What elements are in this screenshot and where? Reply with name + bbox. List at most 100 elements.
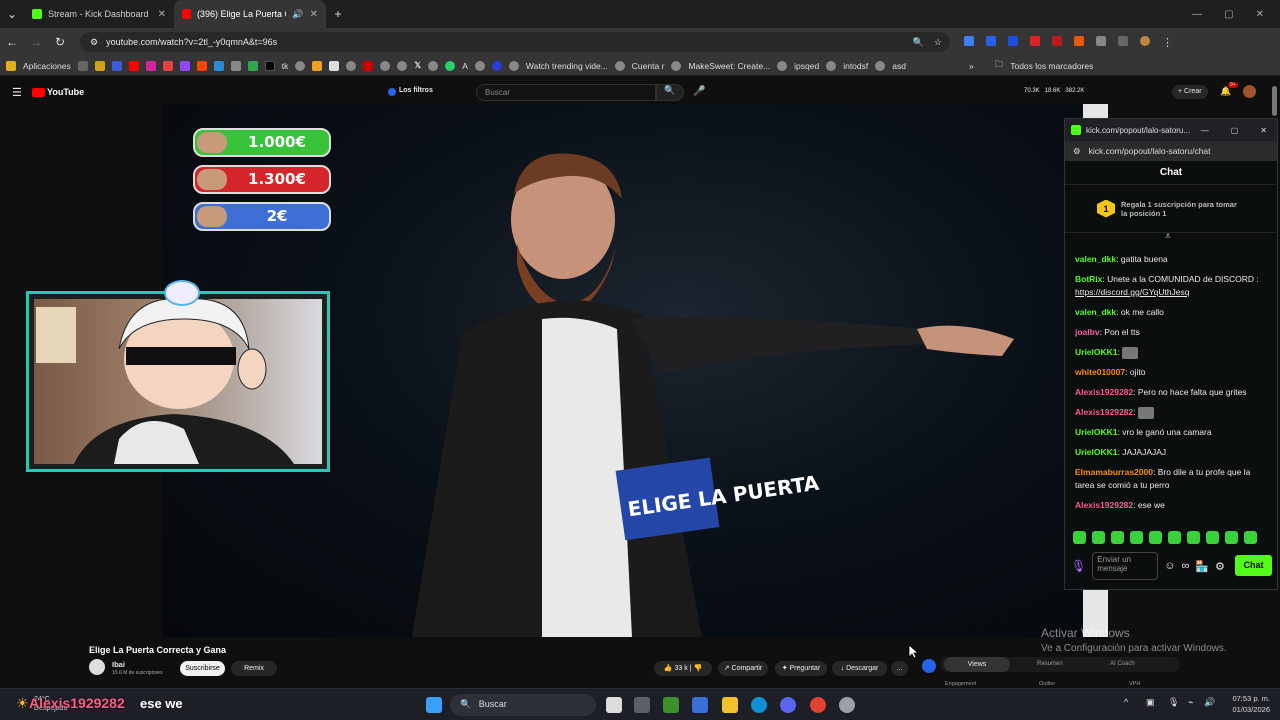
chat-username[interactable]: UrielOKK1 [1075,347,1118,357]
app-icon[interactable] [839,697,855,713]
create-button[interactable]: + Crear [1172,85,1208,99]
channel-avatar[interactable] [89,659,105,675]
gear-icon[interactable]: ⚙ [1215,560,1225,573]
reading-list-icon[interactable] [1118,35,1128,46]
bookmark-icon[interactable] [329,60,340,71]
tab-youtube[interactable]: (396) Elige La Puerta Correc 🔊 ✕ [174,0,326,28]
edge-icon[interactable] [751,697,767,713]
globe-icon[interactable] [346,60,357,71]
bookmark-ipsqed[interactable]: ipsqed [794,61,819,71]
youtube-logo-text[interactable]: YouTube [47,87,84,97]
bookmark-icon[interactable] [491,60,502,71]
globe-icon[interactable] [295,60,306,71]
volume-icon[interactable]: 🔊 [1204,697,1215,708]
file-explorer-icon[interactable] [722,697,738,713]
pinned-gift-banner[interactable]: 1 Regala 1 suscripción para tomar la pos… [1065,185,1277,233]
network-icon[interactable]: ⌁ [1188,697,1193,708]
mic-icon[interactable]: 🎙 [1071,559,1086,573]
tab-search-icon[interactable]: ⌄ [0,7,24,21]
clock-time[interactable]: 07:53 p. m. [1226,694,1270,703]
emote-icon[interactable] [1206,531,1219,544]
bookmark-icon[interactable] [94,60,105,71]
tab-resumen[interactable]: Resumen [1037,661,1063,667]
chat-username[interactable]: joalbv [1075,327,1100,337]
search-input[interactable]: Buscar [476,84,656,101]
bookmark-tk[interactable]: tk [282,61,289,71]
chat-username[interactable]: UrielOKK1 [1075,447,1118,457]
extension-icon[interactable] [1074,35,1084,46]
reload-icon[interactable]: ↻ [48,35,72,49]
ask-button[interactable]: ✦ Preguntar [775,661,827,676]
x-icon[interactable]: 𝕏 [414,60,421,71]
bookmark-icon[interactable] [312,60,323,71]
bookmark-icon[interactable] [162,60,173,71]
emote-icon[interactable] [1092,531,1105,544]
page-scrollbar[interactable] [1272,86,1277,116]
address-bar[interactable]: ⚙ youtube.com/watch?v=2tl_-y0qmnA&t=96s … [80,32,950,52]
profile-avatar[interactable] [1140,35,1150,46]
minimize-icon[interactable]: — [1192,9,1202,20]
store-icon[interactable] [634,697,650,713]
clock-date[interactable]: 01/03/2026 [1226,705,1270,714]
back-icon[interactable]: ← [0,35,24,49]
chat-send-button[interactable]: Chat [1235,555,1272,576]
speaker-icon[interactable]: 🔊 [292,9,303,20]
share-button[interactable]: ↗ Compartir [718,661,768,676]
close-tab-icon[interactable]: ✕ [158,9,166,20]
store-icon[interactable]: 🏪 [1195,560,1209,573]
hamburger-menu-icon[interactable]: ☰ [12,86,22,99]
like-button[interactable]: 👍 33 k | 👎 [654,661,712,676]
star-icon[interactable]: ☆ [934,37,942,48]
twitch-icon[interactable] [179,60,190,71]
zoom-icon[interactable]: 🔍 [913,37,924,48]
microphone-icon[interactable]: 🎤 [693,86,705,97]
bookmark-icon[interactable] [230,60,241,71]
chat-username[interactable]: valen_dkk [1075,307,1116,317]
copilot-icon[interactable] [692,697,708,713]
microphone-icon[interactable]: 🎙 [1168,697,1179,708]
extension-icon[interactable] [986,35,996,46]
maximize-icon[interactable]: ▢ [1231,126,1239,135]
emote-icon[interactable] [1225,531,1238,544]
chat-username[interactable]: Alexis1929282 [1075,387,1133,397]
globe-icon[interactable] [428,60,439,71]
collapse-icon[interactable]: ⩡ [1165,231,1171,242]
tray-chevron-icon[interactable]: ^ [1124,697,1128,707]
chat-username[interactable]: UrielOKK1 [1075,427,1118,437]
more-actions-button[interactable]: ... [891,661,908,676]
chat-username[interactable]: BotRix [1075,274,1102,284]
tab-views[interactable]: Views [944,657,1010,672]
chrome-icon[interactable] [810,697,826,713]
tab-kick-dashboard[interactable]: Stream - Kick Dashboard ✕ [24,0,174,28]
bookmark-asd[interactable]: asd [892,61,906,71]
emote-icon[interactable] [1149,531,1162,544]
channel-name[interactable]: Ibai [112,660,125,669]
bookmark-makesweet[interactable]: MakeSweet: Create... [688,61,770,71]
extension-icon[interactable] [1008,35,1018,46]
chat-message-input[interactable]: Enviar un mensaje [1092,552,1159,580]
subscribe-button[interactable]: Suscribirse [180,661,225,676]
extension-icon[interactable] [1052,35,1062,46]
subtab-vph[interactable]: VPH [1129,681,1140,687]
bookmark-icon[interactable] [363,60,374,71]
globe-icon[interactable] [474,60,485,71]
extension-icon[interactable] [964,35,974,46]
remix-button[interactable]: Remix [231,661,277,676]
forward-icon[interactable]: → [24,35,48,49]
bookmark-watch-trending[interactable]: Watch trending vide... [526,61,608,71]
link-icon[interactable]: ∞ [1181,560,1189,572]
bookmark-icon[interactable] [128,60,139,71]
download-button[interactable]: ↓ Descargar [832,661,887,676]
chat-username[interactable]: Alexis1929282 [1075,407,1133,417]
tab-ai-coach[interactable]: AI Coach [1110,661,1135,667]
chat-username[interactable]: Alexis1929282 [1075,500,1133,510]
emote-icon[interactable] [1244,531,1257,544]
filters-button[interactable]: Los filtros [399,87,433,94]
bookmark-icon[interactable] [247,60,258,71]
all-bookmarks[interactable]: Todos los marcadores [1010,61,1093,71]
youtube-logo-icon[interactable] [32,88,45,97]
site-info-icon[interactable]: ⚙ [1073,146,1081,157]
task-view-icon[interactable] [606,697,622,713]
minimize-icon[interactable]: — [1201,126,1209,135]
bookmark-a[interactable]: A [462,61,468,71]
